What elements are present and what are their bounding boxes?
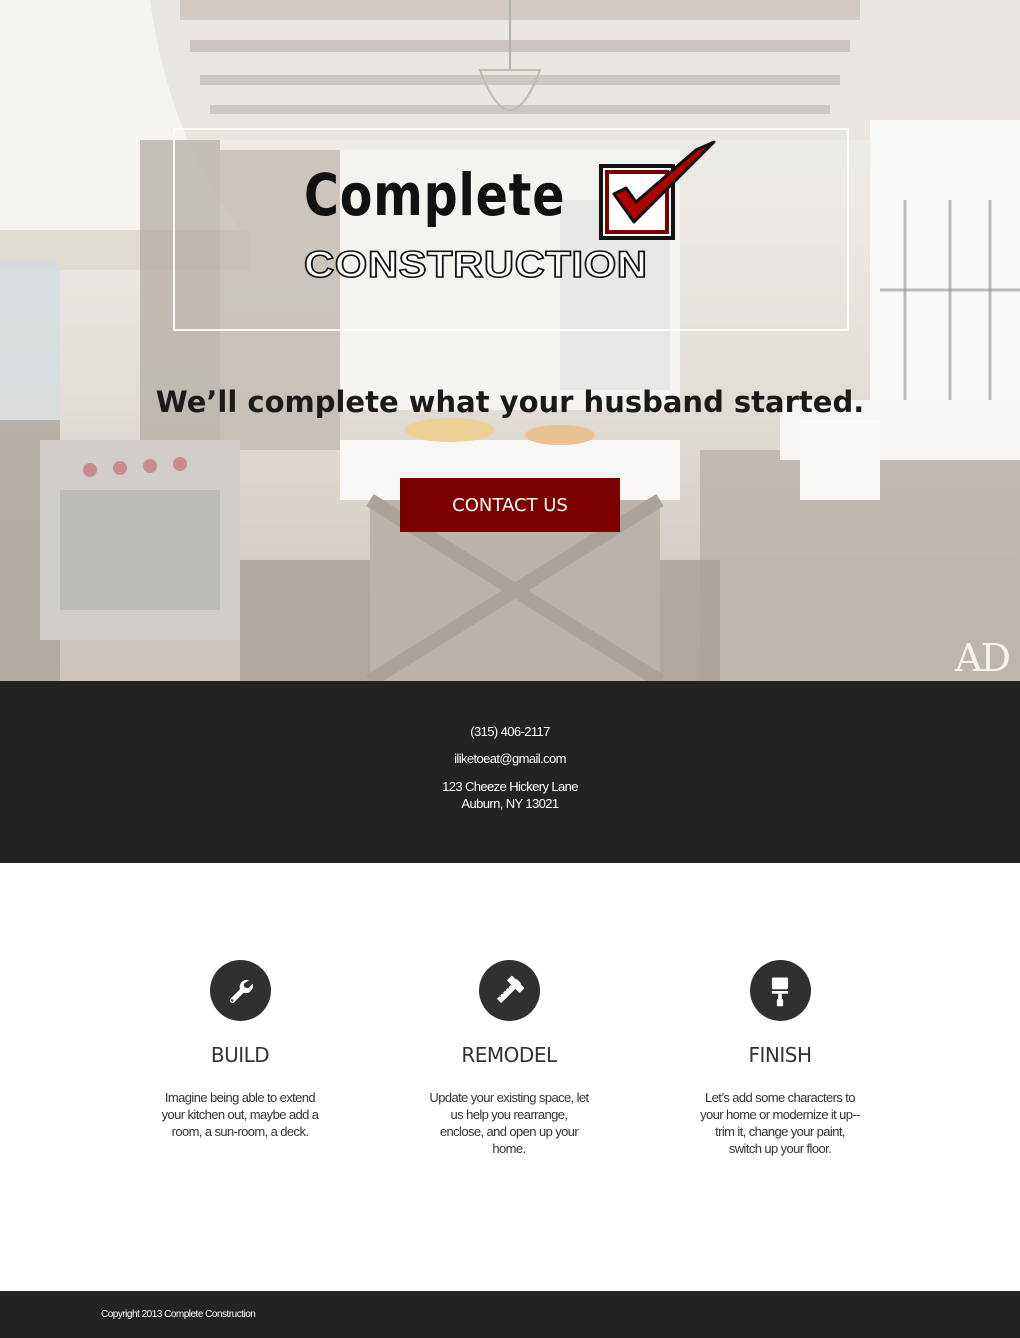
wrench-icon <box>209 960 271 1021</box>
watermark-logo: AD <box>955 636 1011 680</box>
service-title: REMODEL <box>461 1043 557 1067</box>
hero-section: Complete CONSTRUCTION We’ll complete wha… <box>0 0 1020 681</box>
service-description: Imagine being able to extend your kitche… <box>161 1090 319 1139</box>
copyright-text: Copyright 2013 Complete Construction <box>101 1309 256 1320</box>
service-description: Let’s add some characters to your home o… <box>700 1090 860 1156</box>
address-line-2: Auburn, NY 13021 <box>461 796 559 811</box>
phone-number[interactable]: (315) 406-2117 <box>0 724 1020 739</box>
contact-info-bar: (315) 406-2117 iliketoeat@gmail.com 123 … <box>0 681 1020 863</box>
logo-frame <box>173 128 849 331</box>
logo-word-complete: Complete <box>304 161 566 229</box>
service-title: FINISH <box>748 1043 813 1067</box>
checkbox-check-icon <box>599 140 716 240</box>
service-remodel: REMODEL Update your existing space, let … <box>374 960 644 1157</box>
email-link[interactable]: iliketoeat@gmail.com <box>0 751 1020 766</box>
service-finish: FINISH Let’s add some characters to your… <box>645 960 915 1157</box>
service-title: BUILD <box>210 1043 270 1067</box>
service-description: Update your existing space, let us help … <box>429 1090 589 1156</box>
paint-roller-icon <box>749 960 811 1021</box>
hero-overlay <box>0 0 1020 681</box>
hero-tagline: We’ll complete what your husband started… <box>155 385 865 419</box>
hammer-ruler-icon <box>478 960 540 1021</box>
contact-us-button[interactable]: CONTACT US <box>400 478 620 532</box>
logo-word-construction: CONSTRUCTION <box>303 244 648 285</box>
service-build: BUILD Imagine being able to extend your … <box>105 960 375 1140</box>
address-line-1: 123 Cheeze Hickery Lane <box>442 779 578 794</box>
footer: Copyright 2013 Complete Construction <box>0 1291 1020 1338</box>
